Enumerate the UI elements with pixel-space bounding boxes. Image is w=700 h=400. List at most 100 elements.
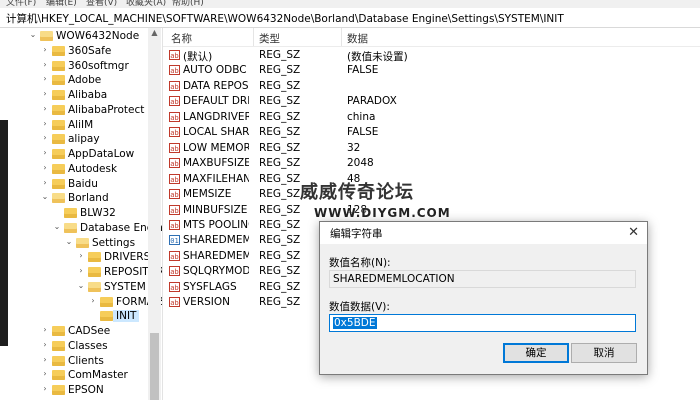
- value-name: LOW MEMORY USAGE LIMIT: [183, 141, 249, 154]
- value-data: 32: [347, 141, 361, 154]
- value-data: 2048: [347, 157, 374, 170]
- value-name: (默认): [183, 51, 213, 63]
- edit-string-dialog: 编辑字符串 ✕ 数值名称(N): SHAREDMEMLOCATION 数值数据(…: [319, 221, 648, 375]
- tree-item-label: Adobe: [68, 74, 102, 87]
- value-type: REG_SZ: [259, 110, 301, 123]
- column-header-name[interactable]: 名称: [171, 31, 192, 46]
- menu-file[interactable]: 文件(F): [6, 0, 36, 8]
- value-type: REG_SZ: [259, 296, 301, 309]
- chevron-right-icon[interactable]: ›: [76, 266, 86, 275]
- tree-item-label: Alibaba: [68, 89, 108, 101]
- value-data: FALSE: [347, 126, 379, 139]
- menu-help[interactable]: 帮助(H): [172, 0, 204, 8]
- column-header-data[interactable]: 数据: [347, 31, 368, 46]
- value-type: REG_SZ: [259, 172, 301, 185]
- chevron-right-icon[interactable]: ›: [40, 369, 50, 378]
- value-type: REG_SZ: [259, 234, 301, 247]
- value-data-text[interactable]: 0x5BDE: [333, 317, 377, 329]
- scroll-up-arrow-icon[interactable]: ▲: [148, 28, 161, 40]
- menu-view[interactable]: 查看(V): [86, 0, 117, 8]
- menu-bar: 文件(F) 编辑(E) 查看(V) 收藏夹(A) 帮助(H): [0, 0, 700, 8]
- string-value-icon: ab: [169, 204, 180, 215]
- chevron-down-icon[interactable]: ⌄: [64, 237, 74, 246]
- value-name: MAXFILEHANDLES: [183, 172, 249, 185]
- value-type: REG_SZ: [259, 265, 301, 278]
- list-row[interactable]: ab AUTO ODBC REG_SZ FALSE: [163, 63, 700, 78]
- tree-item-label: DRIVERS: [104, 251, 151, 264]
- list-row[interactable]: ab MAXBUFSIZE REG_SZ 2048: [163, 156, 700, 171]
- chevron-right-icon[interactable]: ›: [76, 251, 86, 260]
- address-path[interactable]: 计算机\HKEY_LOCAL_MACHINE\SOFTWARE\WOW6432N…: [6, 11, 564, 26]
- chevron-right-icon[interactable]: ›: [40, 45, 50, 54]
- chevron-right-icon[interactable]: ›: [40, 355, 50, 364]
- folder-icon: [88, 267, 101, 277]
- menu-favorites[interactable]: 收藏夹(A): [126, 0, 166, 8]
- value-type: REG_SZ: [259, 64, 301, 77]
- column-divider[interactable]: [253, 28, 254, 46]
- value-data: FALSE: [347, 64, 379, 77]
- tree-item-label: BLW32: [80, 207, 116, 219]
- folder-icon: [52, 149, 65, 159]
- chevron-right-icon[interactable]: ›: [40, 384, 50, 393]
- value-type: REG_SZ: [259, 126, 301, 139]
- string-value-icon: ab: [169, 250, 180, 261]
- cancel-button[interactable]: 取消: [571, 343, 637, 363]
- tree-item-label: Borland: [68, 192, 109, 205]
- close-icon[interactable]: ✕: [628, 225, 639, 240]
- address-bar[interactable]: 计算机\HKEY_LOCAL_MACHINE\SOFTWARE\WOW6432N…: [0, 8, 700, 28]
- chevron-down-icon[interactable]: ⌄: [76, 281, 86, 290]
- folder-icon: [52, 355, 65, 366]
- chevron-down-icon[interactable]: ⌄: [28, 30, 38, 39]
- string-value-icon: ab: [169, 50, 180, 60]
- chevron-right-icon[interactable]: ›: [40, 163, 50, 172]
- folder-icon: [52, 385, 65, 395]
- list-header: 名称 类型 数据: [163, 28, 700, 47]
- value-name: SHAREDMEMLOCATION: [183, 234, 249, 247]
- chevron-right-icon[interactable]: ›: [40, 133, 50, 142]
- tree-item-label: Clients: [68, 354, 104, 367]
- tree-item-label: EPSON: [68, 384, 104, 396]
- chevron-right-icon[interactable]: ›: [40, 148, 50, 157]
- chevron-right-icon[interactable]: ›: [40, 119, 50, 128]
- value-type: REG_SZ: [259, 141, 301, 154]
- chevron-down-icon[interactable]: ⌄: [40, 192, 50, 201]
- list-row[interactable]: ab LANGDRIVER REG_SZ china: [163, 110, 700, 125]
- chevron-right-icon[interactable]: ›: [40, 60, 50, 69]
- ok-button[interactable]: 确定: [503, 343, 569, 363]
- chevron-right-icon[interactable]: ›: [40, 325, 50, 334]
- value-type: REG_SZ: [259, 95, 301, 108]
- folder-icon: [52, 75, 65, 86]
- value-data-input[interactable]: 0x5BDE: [329, 314, 636, 332]
- list-row[interactable]: ab LOCAL SHARE REG_SZ FALSE: [163, 125, 700, 140]
- folder-icon: [40, 31, 53, 41]
- column-header-type[interactable]: 类型: [259, 31, 280, 46]
- chevron-right-icon[interactable]: ›: [40, 178, 50, 187]
- value-type: REG_SZ: [259, 218, 301, 231]
- value-name-field: SHAREDMEMLOCATION: [329, 270, 636, 288]
- chevron-right-icon[interactable]: ›: [40, 340, 50, 349]
- list-row[interactable]: abLOW MEMORY USAGE LIMIT REG_SZ 32: [163, 141, 700, 156]
- list-row[interactable]: abDATA REPOSITORY REG_SZ: [163, 79, 700, 94]
- tree-item-label: alipay: [68, 133, 100, 146]
- list-row[interactable]: ab (默认) REG_SZ (数值未设置): [163, 48, 700, 63]
- background-window-strip: [0, 120, 8, 346]
- value-name: LANGDRIVER: [183, 110, 249, 123]
- folder-icon: [100, 296, 113, 307]
- chevron-right-icon[interactable]: ›: [88, 296, 98, 305]
- list-row[interactable]: abDEFAULT DRIVER REG_SZ PARADOX: [163, 94, 700, 109]
- chevron-down-icon[interactable]: ⌄: [52, 222, 62, 231]
- string-value-icon: ab: [169, 142, 180, 153]
- folder-icon: [88, 281, 101, 292]
- string-value-icon: ab: [169, 111, 180, 122]
- string-value-icon: ab: [169, 266, 180, 277]
- chevron-right-icon[interactable]: ›: [40, 74, 50, 83]
- value-name: SYSFLAGS: [183, 280, 237, 293]
- chevron-right-icon[interactable]: ›: [40, 89, 50, 98]
- tree-scrollbar-thumb[interactable]: [150, 333, 159, 400]
- folder-icon: [76, 237, 89, 248]
- tree-scrollbar[interactable]: ▲: [148, 28, 161, 400]
- chevron-right-icon[interactable]: ›: [40, 104, 50, 113]
- column-divider[interactable]: [341, 28, 342, 46]
- menu-edit[interactable]: 编辑(E): [46, 0, 77, 8]
- tree-item-label: WOW6432Node: [56, 30, 140, 42]
